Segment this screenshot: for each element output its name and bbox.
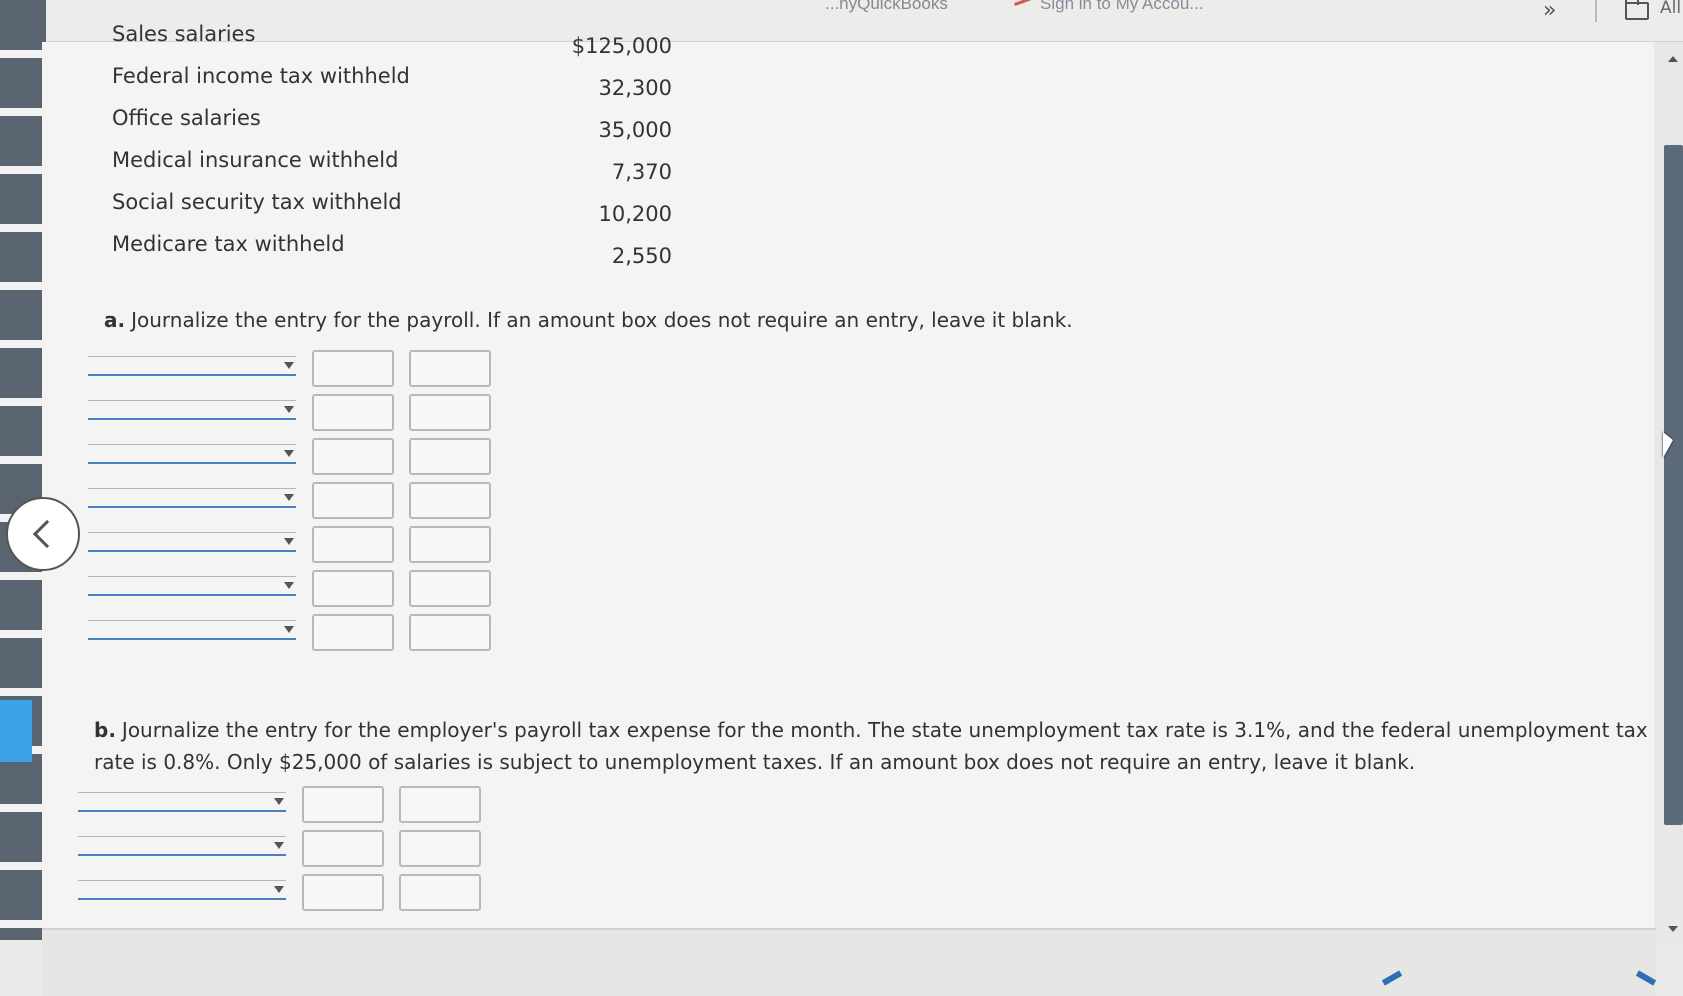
chevron-down-icon [284,450,294,457]
table-row: Sales salaries $125,000 [112,22,672,64]
question-b-letter: b. [94,718,116,742]
credit-amount-input[interactable] [399,786,481,823]
chevron-down-icon [284,538,294,545]
row-label: Sales salaries [112,22,256,46]
page: ...nyQuickBooks Sign in to My Accou... »… [0,0,1683,996]
journal-row [88,482,508,526]
row-value: 7,370 [611,160,672,184]
chevron-down-icon [274,798,284,805]
account-select[interactable] [78,836,286,856]
journal-entry-grid-b [78,786,498,918]
mouse-cursor-icon [1663,432,1673,458]
debit-amount-input[interactable] [302,830,384,867]
debit-amount-input[interactable] [312,482,394,519]
folder-icon[interactable] [1625,0,1649,20]
table-row: Federal income tax withheld 32,300 [112,64,672,106]
scroll-up-icon[interactable] [1668,56,1678,62]
journal-row [88,526,508,570]
debit-amount-input[interactable] [302,786,384,823]
credit-amount-input[interactable] [409,394,491,431]
row-value: 2,550 [611,244,672,268]
debit-amount-input[interactable] [312,438,394,475]
left-edge-accent [0,700,32,762]
chevron-down-icon [284,626,294,633]
debit-amount-input[interactable] [312,394,394,431]
payroll-data-table: Sales salaries $125,000 Federal income t… [112,22,672,274]
account-select[interactable] [88,356,296,376]
chevron-down-icon [284,362,294,369]
journal-row [88,614,508,658]
row-value: 10,200 [598,202,672,226]
table-row: Medicare tax withheld 2,550 [112,232,672,274]
chevron-left-icon [32,519,62,549]
scrollbar-thumb[interactable] [1664,145,1683,825]
journal-row [78,786,498,830]
question-a-letter: a. [104,308,126,332]
account-select[interactable] [88,620,296,640]
row-label: Social security tax withheld [112,190,402,214]
more-bookmarks-icon[interactable]: » [1543,0,1556,23]
credit-amount-input[interactable] [399,874,481,911]
credit-amount-input[interactable] [409,482,491,519]
account-select[interactable] [88,532,296,552]
question-a-text: Journalize the entry for the payroll. If… [131,308,1073,332]
credit-amount-input[interactable] [409,570,491,607]
question-b-text: Journalize the entry for the employer's … [94,718,1648,774]
chevron-down-icon [274,842,284,849]
debit-amount-input[interactable] [312,350,394,387]
credit-amount-input[interactable] [409,614,491,651]
table-row: Medical insurance withheld 7,370 [112,148,672,190]
credit-amount-input[interactable] [409,350,491,387]
journal-row [88,350,508,394]
chevron-down-icon [274,886,284,893]
bookmark-quickbooks[interactable]: ...nyQuickBooks [825,0,948,14]
account-select[interactable] [88,576,296,596]
journal-row [88,438,508,482]
back-button[interactable] [6,497,80,571]
account-select[interactable] [78,880,286,900]
journal-row [78,830,498,874]
chevron-down-icon [284,406,294,413]
chevron-down-icon [284,494,294,501]
chevron-down-icon [284,582,294,589]
row-label: Medical insurance withheld [112,148,399,172]
scroll-down-icon[interactable] [1668,926,1678,932]
debit-amount-input[interactable] [312,570,394,607]
bookmark-sign-in[interactable]: Sign in to My Accou... [1040,0,1203,14]
row-value: 35,000 [598,118,672,142]
journal-row [78,874,498,918]
account-select[interactable] [88,444,296,464]
all-bookmarks-label[interactable]: All [1660,0,1681,18]
debit-amount-input[interactable] [312,614,394,651]
credit-amount-input[interactable] [409,438,491,475]
row-label: Office salaries [112,106,261,130]
toolbar-divider [1595,0,1597,22]
credit-amount-input[interactable] [409,526,491,563]
journal-entry-grid-a [88,350,508,658]
account-select[interactable] [88,400,296,420]
debit-amount-input[interactable] [312,526,394,563]
row-label: Medicare tax withheld [112,232,345,256]
question-a: a. Journalize the entry for the payroll. … [104,304,1204,336]
journal-row [88,394,508,438]
question-b: b. Journalize the entry for the employer'… [94,714,1654,778]
debit-amount-input[interactable] [302,874,384,911]
table-row: Office salaries 35,000 [112,106,672,148]
account-select[interactable] [88,488,296,508]
table-row: Social security tax withheld 10,200 [112,190,672,232]
journal-row [88,570,508,614]
left-edge-bar [0,0,46,940]
credit-amount-input[interactable] [399,830,481,867]
row-value: 32,300 [598,76,672,100]
row-value: $125,000 [571,34,672,58]
account-select[interactable] [78,792,286,812]
bottom-strip [42,928,1656,996]
row-label: Federal income tax withheld [112,64,410,88]
